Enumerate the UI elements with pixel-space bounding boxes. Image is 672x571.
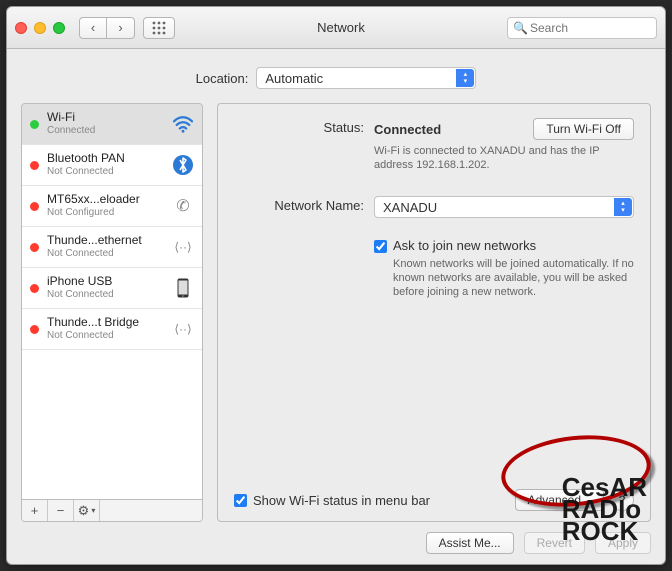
gear-icon: ⚙	[78, 503, 90, 519]
chevron-down-icon: ▾	[91, 506, 95, 515]
window-body: Location: Automatic ▴▾ Wi-Fi Connected	[7, 49, 665, 564]
ask-join-label: Ask to join new networks	[393, 238, 634, 253]
service-status: Not Connected	[47, 165, 164, 179]
sidebar-item-text: Bluetooth PAN Not Connected	[47, 151, 164, 179]
remove-service-button[interactable]: −	[48, 500, 74, 521]
network-name-row: Network Name: XANADU ▴▾	[234, 196, 634, 218]
panel-footer: Show Wi-Fi status in menu bar Advanced..…	[234, 473, 634, 511]
traffic-lights	[15, 22, 65, 34]
location-value: Automatic	[265, 71, 323, 86]
assist-me-button[interactable]: Assist Me...	[426, 532, 514, 554]
status-row: Status: Connected Turn Wi-Fi Off Wi-Fi i…	[234, 118, 634, 172]
close-icon[interactable]	[15, 22, 27, 34]
service-name: Thunde...ethernet	[47, 233, 157, 247]
status-value-wrap: Connected Turn Wi-Fi Off Wi-Fi is connec…	[374, 118, 634, 172]
location-row: Location: Automatic ▴▾	[21, 67, 651, 89]
thunderbolt-icon: ⟨··⟩	[172, 236, 194, 258]
help-button[interactable]: ?	[610, 489, 634, 511]
sidebar-item-iphone-usb[interactable]: iPhone USB Not Connected	[22, 268, 202, 309]
service-sidebar: Wi-Fi Connected Bluetooth PAN Not Connec…	[21, 103, 203, 522]
chevron-left-icon: ‹	[91, 20, 95, 35]
network-name-value: XANADU	[383, 200, 437, 215]
status-dot-icon	[30, 243, 39, 252]
titlebar: ‹ › Network 🔍	[7, 7, 665, 49]
service-list[interactable]: Wi-Fi Connected Bluetooth PAN Not Connec…	[22, 104, 202, 499]
iphone-icon	[172, 277, 194, 299]
sidebar-item-thunderbolt-ethernet[interactable]: Thunde...ethernet Not Connected ⟨··⟩	[22, 227, 202, 268]
turn-wifi-off-button[interactable]: Turn Wi-Fi Off	[533, 118, 634, 140]
location-select[interactable]: Automatic ▴▾	[256, 67, 476, 89]
advanced-button[interactable]: Advanced...	[515, 489, 604, 511]
status-dot-icon	[30, 325, 39, 334]
sidebar-item-text: Wi-Fi Connected	[47, 110, 164, 138]
chevron-right-icon: ›	[118, 20, 122, 35]
status-description: Wi-Fi is connected to XANADU and has the…	[374, 144, 634, 172]
updown-icon: ▴▾	[614, 198, 632, 216]
show-all-button[interactable]	[143, 17, 175, 39]
sidebar-item-wifi[interactable]: Wi-Fi Connected	[22, 104, 202, 145]
zoom-icon[interactable]	[53, 22, 65, 34]
service-name: iPhone USB	[47, 274, 157, 288]
search-field-wrap: 🔍	[507, 17, 657, 39]
status-dot-icon	[30, 202, 39, 211]
two-column: Wi-Fi Connected Bluetooth PAN Not Connec…	[21, 103, 651, 522]
back-button[interactable]: ‹	[79, 17, 107, 39]
status-dot-icon	[30, 120, 39, 129]
service-actions-button[interactable]: ⚙▾	[74, 500, 100, 521]
forward-button[interactable]: ›	[107, 17, 135, 39]
sidebar-item-text: Thunde...ethernet Not Connected	[47, 233, 164, 261]
revert-button[interactable]: Revert	[524, 532, 585, 554]
status-dot-icon	[30, 284, 39, 293]
location-label: Location:	[196, 71, 249, 86]
service-status: Not Connected	[47, 288, 164, 302]
ask-join-checkbox[interactable]	[374, 240, 387, 253]
status-dot-icon	[30, 161, 39, 170]
service-status: Not Connected	[47, 329, 164, 343]
sidebar-item-thunderbolt-bridge[interactable]: Thunde...t Bridge Not Connected ⟨··⟩	[22, 309, 202, 350]
thunderbolt-icon: ⟨··⟩	[172, 318, 194, 340]
service-name: Bluetooth PAN	[47, 151, 157, 165]
ask-join-description: Known networks will be joined automatica…	[393, 257, 634, 299]
detail-panel: Status: Connected Turn Wi-Fi Off Wi-Fi i…	[217, 103, 651, 522]
sidebar-item-text: Thunde...t Bridge Not Connected	[47, 315, 164, 343]
minimize-icon[interactable]	[34, 22, 46, 34]
show-menubar-label: Show Wi-Fi status in menu bar	[253, 493, 430, 508]
preferences-window: ‹ › Network 🔍 Location: Automatic ▴▾	[6, 6, 666, 565]
network-name-label: Network Name:	[234, 196, 364, 218]
network-name-value-wrap: XANADU ▴▾	[374, 196, 634, 218]
sidebar-item-text: iPhone USB Not Connected	[47, 274, 164, 302]
show-menubar-checkbox[interactable]	[234, 494, 247, 507]
service-name: Wi-Fi	[47, 110, 157, 124]
sidebar-item-text: MT65xx...eloader Not Configured	[47, 192, 164, 220]
service-status: Connected	[47, 124, 164, 138]
bluetooth-icon	[172, 154, 194, 176]
network-name-select[interactable]: XANADU ▴▾	[374, 196, 634, 218]
window-title: Network	[183, 20, 499, 35]
nav-buttons: ‹ ›	[79, 17, 135, 39]
wifi-icon	[172, 113, 194, 135]
service-name: Thunde...t Bridge	[47, 315, 157, 329]
sidebar-item-mt65xx[interactable]: MT65xx...eloader Not Configured ✆	[22, 186, 202, 227]
sidebar-item-bluetooth[interactable]: Bluetooth PAN Not Connected	[22, 145, 202, 186]
apply-button[interactable]: Apply	[595, 532, 651, 554]
sidebar-footer: + − ⚙▾	[22, 499, 202, 521]
status-value: Connected	[374, 122, 441, 137]
updown-icon: ▴▾	[456, 69, 474, 87]
service-name: MT65xx...eloader	[47, 192, 157, 206]
service-status: Not Configured	[47, 206, 164, 220]
grid-icon	[152, 21, 166, 35]
phone-icon: ✆	[172, 195, 194, 217]
bottom-buttons: Assist Me... Revert Apply	[21, 532, 651, 554]
service-status: Not Connected	[47, 247, 164, 261]
status-label: Status:	[234, 118, 364, 172]
add-service-button[interactable]: +	[22, 500, 48, 521]
ask-join-row: Ask to join new networks Known networks …	[374, 238, 634, 299]
search-icon: 🔍	[513, 21, 528, 35]
search-input[interactable]	[507, 17, 657, 39]
